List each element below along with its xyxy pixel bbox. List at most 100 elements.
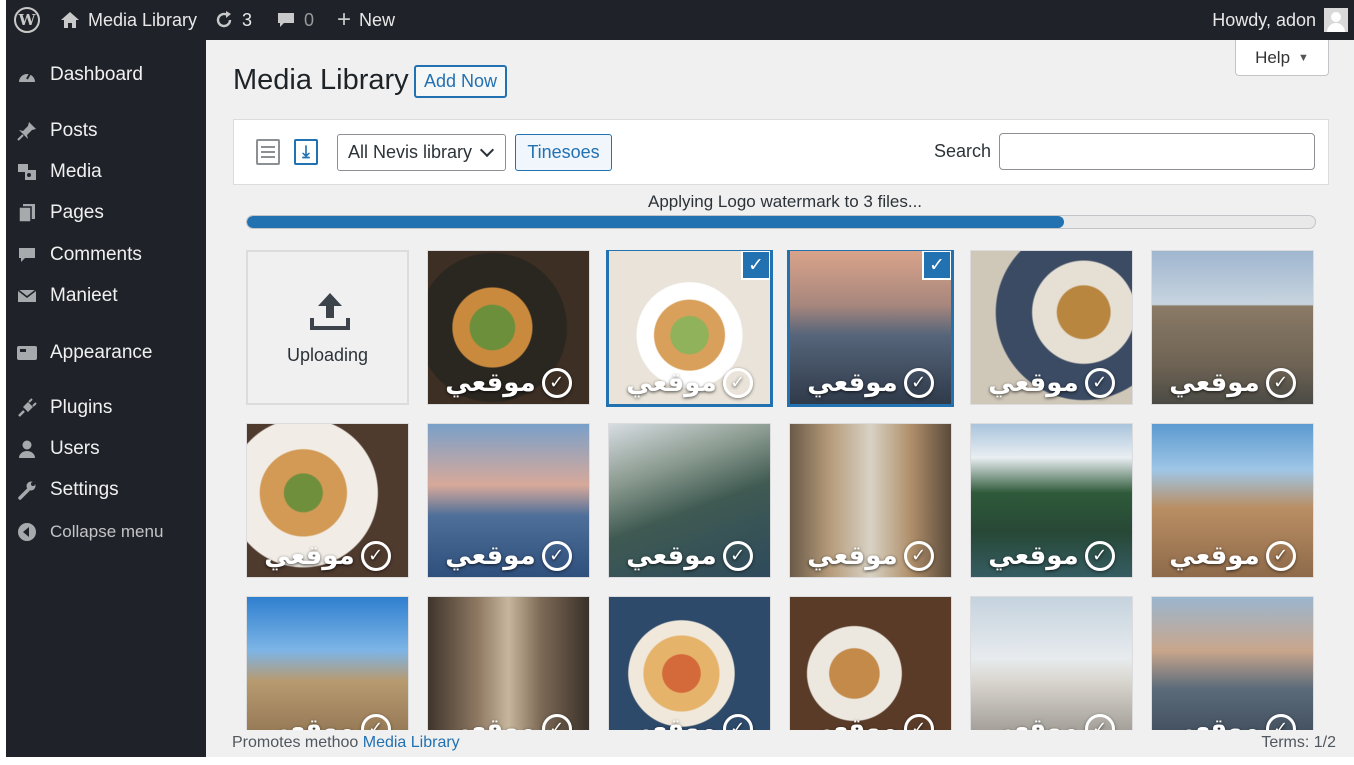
my-account-link[interactable]: Howdy, adon [1212, 0, 1348, 40]
watermark-check-icon: ✓ [1084, 713, 1115, 730]
media-thumbnail[interactable]: موقعي ✓ [427, 596, 590, 730]
sidebar-item-label: Dashboard [50, 64, 143, 85]
media-thumbnail[interactable]: موقعي ✓ [1151, 423, 1314, 578]
sidebar-item-label: Media [50, 161, 102, 182]
watermark-overlay: موقعي ✓ [971, 367, 1132, 398]
sidebar-item-comments[interactable]: Comments [16, 240, 142, 270]
search-label: Search [934, 141, 992, 161]
watermark-check-icon: ✓ [722, 367, 753, 398]
watermark-text: موقعي [1169, 367, 1260, 397]
media-thumbnail[interactable]: موقعي ✓ [246, 596, 409, 730]
footer-media-library-link[interactable]: Media Library [363, 734, 460, 751]
watermark-check-icon: ✓ [903, 367, 934, 398]
uploading-tile: Uploading [246, 250, 409, 405]
media-icon [16, 162, 38, 182]
media-thumbnail[interactable]: موقعي ✓ [246, 423, 409, 578]
updates-count: 3 [242, 9, 253, 30]
media-filter-select[interactable]: All Nevis library [337, 134, 506, 171]
sidebar-item-label: Pages [50, 202, 104, 223]
list-view-icon[interactable] [256, 139, 280, 165]
watermark-check-icon: ✓ [722, 540, 753, 571]
progress-bar [246, 215, 1316, 229]
collapse-menu-button[interactable]: Collapse menu [16, 517, 163, 547]
media-thumbnail[interactable]: موقعي ✓ [608, 596, 771, 730]
selected-check-icon[interactable]: ✓ [741, 251, 770, 280]
sidebar-item-appearance[interactable]: Appearance [16, 338, 152, 368]
watermark-overlay: موقعي ✓ [971, 713, 1132, 730]
watermark-text: موقعي [807, 713, 898, 730]
media-thumbnail[interactable]: موقعي ✓ ✓ [787, 250, 954, 407]
progress-bar-fill [247, 216, 1065, 228]
watermark-text: موقعي [264, 713, 355, 730]
sidebar-item-pages[interactable]: Pages [16, 198, 104, 228]
filter-button[interactable]: Tinesoes [515, 134, 612, 171]
admin-sidebar: Dashboard Posts Media Pages Comments Man… [6, 40, 206, 757]
media-grid: Uploading موقعي ✓ موقعي ✓ ✓ موقعي ✓ ✓ موقعي ✓ موقع… [246, 250, 1321, 730]
comments-count: 0 [304, 9, 315, 30]
watermark-text: موقعي [988, 713, 1079, 730]
media-thumbnail[interactable]: موقعي ✓ [427, 423, 590, 578]
avatar [1324, 8, 1348, 32]
sidebar-item-label: Settings [50, 479, 119, 500]
sidebar-item-dashboard[interactable]: Dashboard [16, 60, 143, 90]
new-content-link[interactable]: + New [337, 0, 395, 40]
add-new-button[interactable]: Add Now [414, 65, 507, 98]
sidebar-item-label: Plugins [50, 397, 113, 418]
media-thumbnail[interactable]: موقعي ✓ [789, 596, 952, 730]
refresh-icon [216, 11, 232, 28]
media-thumbnail[interactable]: موقعي ✓ [970, 423, 1133, 578]
page-title: Media Library [233, 64, 409, 96]
sidebar-item-label: Appearance [50, 342, 153, 363]
watermark-overlay: موقعي ✓ [428, 367, 589, 398]
media-thumbnail[interactable]: موقعي ✓ [608, 423, 771, 578]
media-thumbnail[interactable]: موقعي ✓ [970, 250, 1133, 405]
download-view-icon[interactable]: ⤓ [294, 139, 318, 165]
media-thumbnail[interactable]: موقعي ✓ [427, 250, 590, 405]
media-thumbnail[interactable]: موقعي ✓ [970, 596, 1133, 730]
media-thumbnail[interactable]: موقعي ✓ [789, 423, 952, 578]
selected-check-icon[interactable]: ✓ [922, 251, 951, 280]
media-thumbnail[interactable]: موقعي ✓ [1151, 596, 1314, 730]
search-input[interactable] [999, 133, 1315, 170]
wp-logo-menu[interactable]: W [14, 0, 40, 40]
watermark-overlay: موقعي ✓ [247, 540, 408, 571]
plus-icon: + [337, 6, 352, 33]
media-toolbar: ⤓ All Nevis library Tinesoes Search [233, 119, 1329, 185]
footer-page-indicator: Terms: 1/2 [1261, 734, 1336, 751]
help-tab-button[interactable]: Help ▼ [1235, 40, 1329, 76]
watermark-text: موقعي [445, 367, 536, 397]
watermark-check-icon: ✓ [360, 713, 391, 730]
watermark-check-icon: ✓ [1084, 540, 1115, 571]
watermark-check-icon: ✓ [541, 540, 572, 571]
collapse-icon [16, 522, 38, 542]
user-icon [16, 439, 38, 459]
sidebar-item-posts[interactable]: Posts [16, 116, 98, 146]
watermark-overlay: موقعي ✓ [790, 540, 951, 571]
watermark-overlay: موقعي ✓ [428, 540, 589, 571]
sidebar-item-media[interactable]: Media [16, 157, 102, 187]
watermark-overlay: موقعي ✓ [609, 713, 770, 730]
sidebar-item-users[interactable]: Users [16, 434, 100, 464]
watermark-check-icon: ✓ [360, 540, 391, 571]
media-thumbnail[interactable]: موقعي ✓ ✓ [606, 250, 773, 407]
wordpress-logo-icon: W [14, 7, 40, 33]
sidebar-item-settings[interactable]: Settings [16, 475, 119, 505]
sidebar-item-label: Collapse menu [50, 522, 164, 541]
wp-admin-window: W Media Library 3 0 + New Howdy, adon Da… [6, 0, 1354, 757]
sidebar-item-manieet[interactable]: Manieet [16, 281, 118, 311]
watermark-text: موقعي [626, 713, 717, 730]
upload-icon [310, 293, 350, 330]
sidebar-item-plugins[interactable]: Plugins [16, 393, 112, 423]
main-content: Help ▼ Media Library Add Now ⤓ All Nevis… [206, 40, 1354, 757]
watermark-text: موقعي [445, 713, 536, 730]
watermark-text: موقعي [807, 367, 898, 397]
plugin-icon [16, 398, 38, 418]
watermark-overlay: موقعي ✓ [971, 540, 1132, 571]
updates-link[interactable]: 3 [214, 0, 252, 40]
media-thumbnail[interactable]: موقعي ✓ [1151, 250, 1314, 405]
comments-link[interactable]: 0 [276, 0, 314, 40]
site-name-link[interactable]: Media Library [60, 0, 197, 40]
watermark-overlay: موقعي ✓ [1152, 713, 1313, 730]
home-icon [61, 12, 79, 28]
watermark-text: موقعي [988, 367, 1079, 397]
